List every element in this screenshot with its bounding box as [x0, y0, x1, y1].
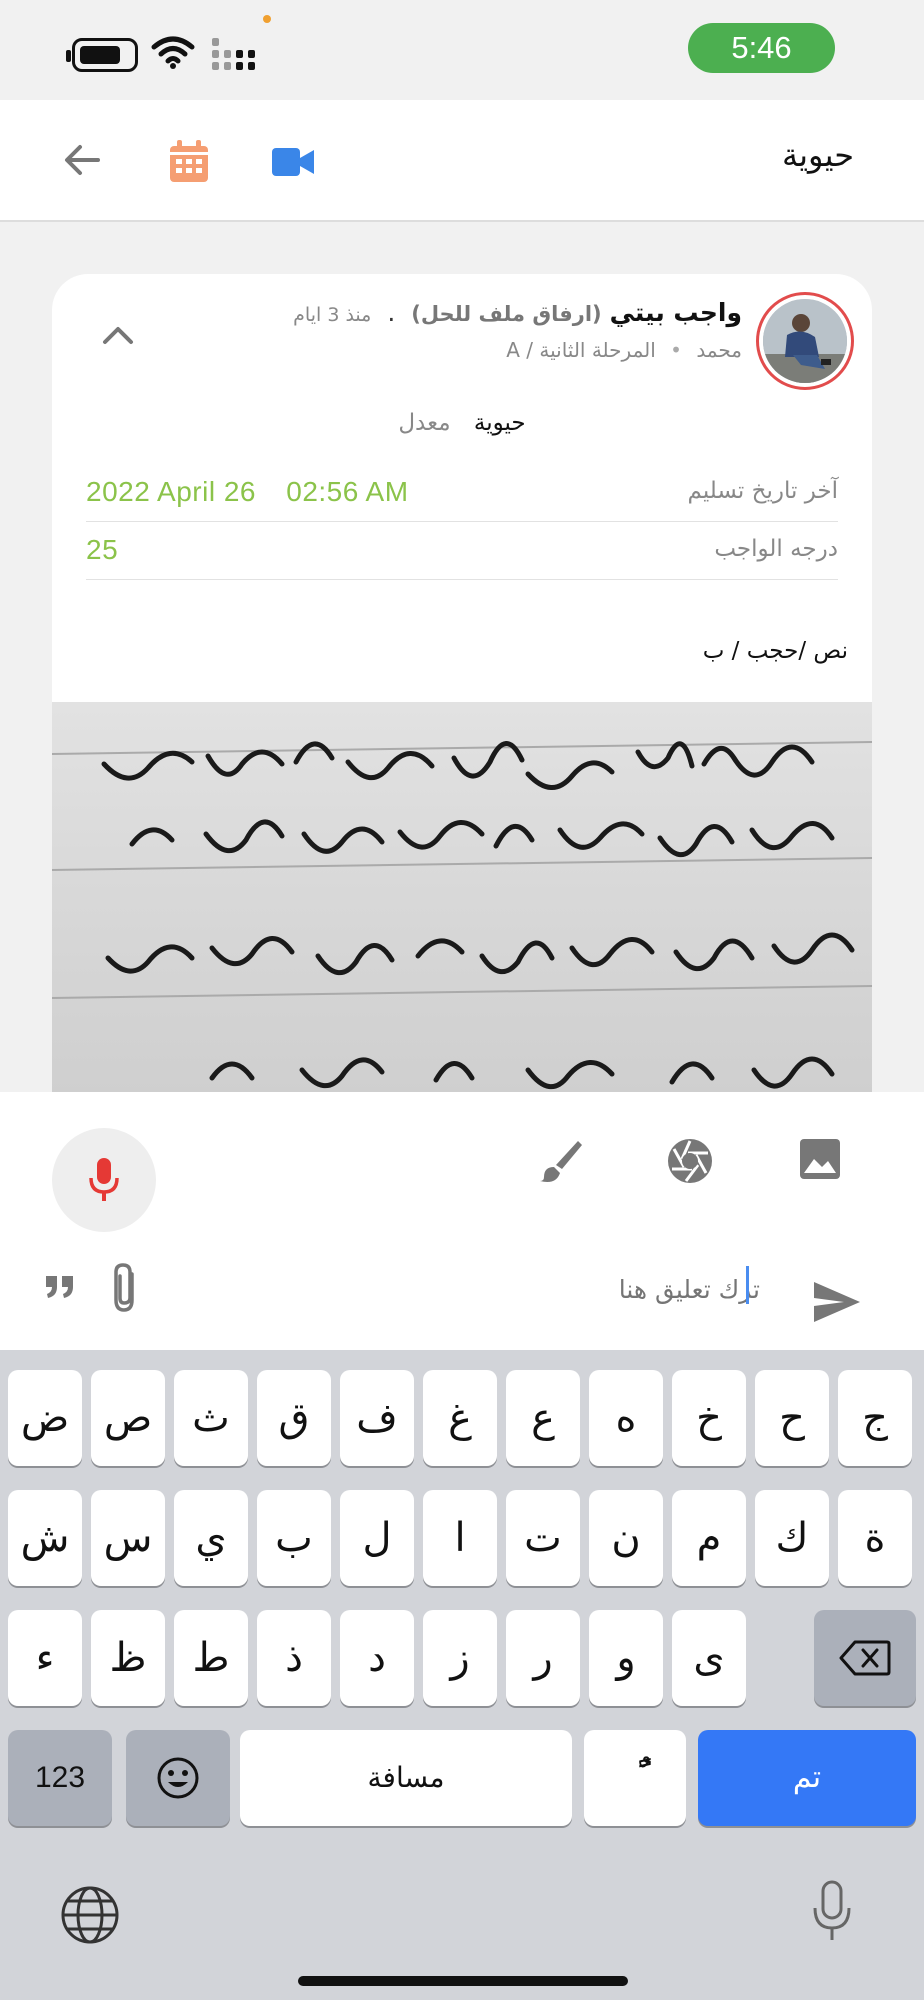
grade-value: 25	[86, 534, 119, 565]
key[interactable]: س	[91, 1490, 165, 1586]
key[interactable]: غ	[423, 1370, 497, 1466]
camera-shutter-icon[interactable]	[666, 1137, 714, 1185]
subject-name: حيوية	[473, 410, 526, 436]
key[interactable]: ب	[257, 1490, 331, 1586]
brush-icon[interactable]	[536, 1137, 584, 1185]
subject-line: حيوية معدل	[52, 410, 872, 436]
back-arrow-icon[interactable]	[62, 140, 102, 180]
deadline-label: آخر تاريخ تسليم	[687, 478, 838, 504]
comment-panel	[0, 1092, 924, 1350]
post-title-line: واجب بيتي (ارفاق ملف للحل) . منذ 3 ايام	[293, 298, 742, 327]
post-meta: محمد • المرحلة الثانية / A	[506, 338, 742, 362]
key[interactable]: ة	[838, 1490, 912, 1586]
status-bar: 5:46	[0, 0, 924, 100]
diacritic-key[interactable]: ًٌ	[584, 1730, 686, 1826]
home-indicator[interactable]	[298, 1976, 628, 1986]
homework-card: واجب بيتي (ارفاق ملف للحل) . منذ 3 ايام …	[52, 274, 872, 1094]
comment-row	[0, 1252, 924, 1350]
wifi-icon	[151, 36, 195, 69]
key[interactable]: ر	[506, 1610, 580, 1706]
key[interactable]: ج	[838, 1370, 912, 1466]
comment-input[interactable]	[560, 1264, 760, 1314]
calendar-icon[interactable]	[168, 140, 210, 184]
attachment-icon[interactable]	[110, 1262, 140, 1314]
key[interactable]: ء	[8, 1610, 82, 1706]
key[interactable]: ط	[174, 1610, 248, 1706]
key[interactable]: ث	[174, 1370, 248, 1466]
key[interactable]: ض	[8, 1370, 82, 1466]
attachment-image[interactable]	[52, 702, 872, 1094]
deadline-row: آخر تاريخ تسليم 2022 April 26 02:56 AM	[86, 464, 838, 522]
emoji-key[interactable]	[126, 1730, 230, 1826]
backspace-key[interactable]	[814, 1610, 916, 1706]
space-key[interactable]: مسافة	[240, 1730, 572, 1826]
key[interactable]: ع	[506, 1370, 580, 1466]
voice-record-button[interactable]	[52, 1128, 156, 1232]
key[interactable]: ى	[672, 1610, 746, 1706]
emoji-icon	[157, 1757, 199, 1799]
privacy-indicator-dot	[263, 15, 271, 23]
key[interactable]: خ	[672, 1370, 746, 1466]
key[interactable]: ذ	[257, 1610, 331, 1706]
app-header: حيوية	[0, 100, 924, 222]
mic-icon	[89, 1158, 119, 1201]
chevron-up-icon[interactable]	[102, 324, 134, 346]
key[interactable]: ق	[257, 1370, 331, 1466]
text-caret	[746, 1266, 749, 1304]
battery-icon	[66, 38, 138, 72]
avatar[interactable]	[756, 292, 854, 390]
quote-icon[interactable]	[44, 1274, 76, 1300]
edited-label: معدل	[398, 410, 451, 436]
key[interactable]: ك	[755, 1490, 829, 1586]
key[interactable]: ظ	[91, 1610, 165, 1706]
key[interactable]: ش	[8, 1490, 82, 1586]
key[interactable]: ح	[755, 1370, 829, 1466]
post-time-ago: منذ 3 ايام	[293, 304, 372, 326]
post-author: محمد	[696, 338, 742, 362]
post-description: نص /حجب / ب	[702, 638, 848, 664]
video-call-icon[interactable]	[272, 148, 314, 176]
key[interactable]: ي	[174, 1490, 248, 1586]
image-gallery-icon[interactable]	[798, 1137, 842, 1181]
signal-icon	[212, 38, 255, 70]
key[interactable]: ا	[423, 1490, 497, 1586]
key[interactable]: ز	[423, 1610, 497, 1706]
deadline-time: 02:56 AM	[286, 476, 409, 507]
globe-icon[interactable]	[60, 1885, 120, 1945]
key[interactable]: د	[340, 1610, 414, 1706]
send-icon[interactable]	[812, 1280, 862, 1324]
post-stage: المرحلة الثانية / A	[506, 338, 656, 362]
key[interactable]: ل	[340, 1490, 414, 1586]
key[interactable]: ص	[91, 1370, 165, 1466]
separator-dot: .	[387, 298, 396, 327]
key[interactable]: و	[589, 1610, 663, 1706]
status-time[interactable]: 5:46	[688, 23, 835, 73]
numbers-key[interactable]: 123	[8, 1730, 112, 1826]
deadline-date: 2022 April 26	[86, 476, 256, 507]
key[interactable]: ت	[506, 1490, 580, 1586]
post-subtitle: (ارفاق ملف للحل)	[411, 302, 602, 326]
page-title: حيوية	[781, 136, 854, 174]
done-key[interactable]: تم	[698, 1730, 916, 1826]
dictation-mic-icon[interactable]	[812, 1880, 852, 1944]
key[interactable]: ن	[589, 1490, 663, 1586]
grade-label: درجه الواجب	[714, 536, 838, 562]
grade-row: درجه الواجب 25	[86, 522, 838, 580]
delete-icon	[839, 1640, 891, 1676]
key[interactable]: م	[672, 1490, 746, 1586]
avatar-image	[763, 299, 847, 383]
post-title: واجب بيتي	[609, 298, 742, 327]
keyboard: ضصثقفغعهخحج شسيبلاتنمكة ءظطذدزروى 123 مس…	[0, 1350, 924, 2000]
key[interactable]: ه	[589, 1370, 663, 1466]
key[interactable]: ف	[340, 1370, 414, 1466]
deadline-value: 2022 April 26 02:56 AM	[86, 476, 409, 508]
